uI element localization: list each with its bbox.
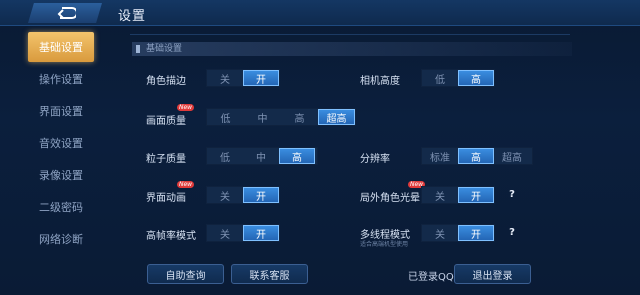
- quality-medium[interactable]: 中: [244, 109, 281, 125]
- particle-selector: 低 中 高: [206, 147, 318, 165]
- quality-high[interactable]: 高: [281, 109, 318, 125]
- resolution-ultra[interactable]: 超高: [494, 148, 530, 164]
- particle-label: 粒子质量: [146, 154, 186, 165]
- login-status: 已登录QQ: [408, 272, 454, 283]
- new-badge-ui-anim: New: [177, 181, 195, 188]
- contact-support-button[interactable]: 联系客服: [231, 264, 308, 284]
- new-badge-quality: New: [177, 104, 195, 111]
- top-bar: 设置: [0, 0, 640, 26]
- sidebar-item-sound[interactable]: 音效设置: [28, 128, 94, 158]
- outline-on[interactable]: 开: [243, 70, 279, 86]
- sidebar-item-controls[interactable]: 操作设置: [28, 64, 94, 94]
- resolution-standard[interactable]: 标准: [422, 148, 458, 164]
- sidebar-item-recording[interactable]: 录像设置: [28, 160, 94, 190]
- multithread-on[interactable]: 开: [458, 225, 494, 241]
- sidebar-item-network[interactable]: 网络诊断: [28, 224, 94, 254]
- halo-toggle: 关 开: [421, 186, 495, 204]
- hfr-label: 高帧率模式: [146, 231, 196, 242]
- settings-sidebar: 基础设置 操作设置 界面设置 音效设置 录像设置 二级密码 网络诊断: [28, 32, 94, 294]
- section-header: 基础设置: [132, 42, 572, 56]
- outline-off[interactable]: 关: [207, 70, 243, 86]
- multithread-help-icon[interactable]: ?: [506, 227, 518, 239]
- multithread-sublabel: 适合高端机型使用: [360, 241, 409, 248]
- resolution-selector: 标准 高 超高: [421, 147, 533, 165]
- hfr-off[interactable]: 关: [207, 225, 243, 241]
- halo-off[interactable]: 关: [422, 187, 458, 203]
- resolution-high[interactable]: 高: [458, 148, 494, 164]
- outline-toggle: 关 开: [206, 69, 280, 87]
- camera-toggle: 低 高: [421, 69, 495, 87]
- quality-ultra[interactable]: 超高: [318, 109, 355, 125]
- settings-panel: [130, 34, 570, 256]
- hfr-toggle: 关 开: [206, 224, 280, 242]
- back-arrow-icon: [57, 7, 76, 19]
- sidebar-item-basic[interactable]: 基础设置: [28, 32, 94, 62]
- page-title: 设置: [118, 9, 147, 24]
- logout-button[interactable]: 退出登录: [454, 264, 531, 284]
- camera-label: 相机高度: [360, 76, 400, 87]
- halo-on[interactable]: 开: [458, 187, 494, 203]
- ui-anim-label: 界面动画: [146, 193, 186, 204]
- ui-anim-off[interactable]: 关: [207, 187, 243, 203]
- outline-label: 角色描边: [146, 76, 186, 87]
- ui-anim-toggle: 关 开: [206, 186, 280, 204]
- particle-medium[interactable]: 中: [243, 148, 279, 164]
- particle-high[interactable]: 高: [279, 148, 315, 164]
- multithread-toggle: 关 开: [421, 224, 495, 242]
- ui-anim-on[interactable]: 开: [243, 187, 279, 203]
- camera-low[interactable]: 低: [422, 70, 458, 86]
- self-help-button[interactable]: 自助查询: [147, 264, 224, 284]
- quality-label: 画面质量: [146, 116, 186, 127]
- sidebar-item-password[interactable]: 二级密码: [28, 192, 94, 222]
- hfr-on[interactable]: 开: [243, 225, 279, 241]
- sidebar-item-interface[interactable]: 界面设置: [28, 96, 94, 126]
- multithread-off[interactable]: 关: [422, 225, 458, 241]
- particle-low[interactable]: 低: [207, 148, 243, 164]
- resolution-label: 分辨率: [360, 154, 390, 165]
- back-button[interactable]: [28, 3, 102, 23]
- camera-high[interactable]: 高: [458, 70, 494, 86]
- halo-label: 局外角色光晕: [360, 193, 420, 204]
- quality-selector: 低 中 高 超高: [206, 108, 356, 126]
- halo-help-icon[interactable]: ?: [506, 189, 518, 201]
- quality-low[interactable]: 低: [207, 109, 244, 125]
